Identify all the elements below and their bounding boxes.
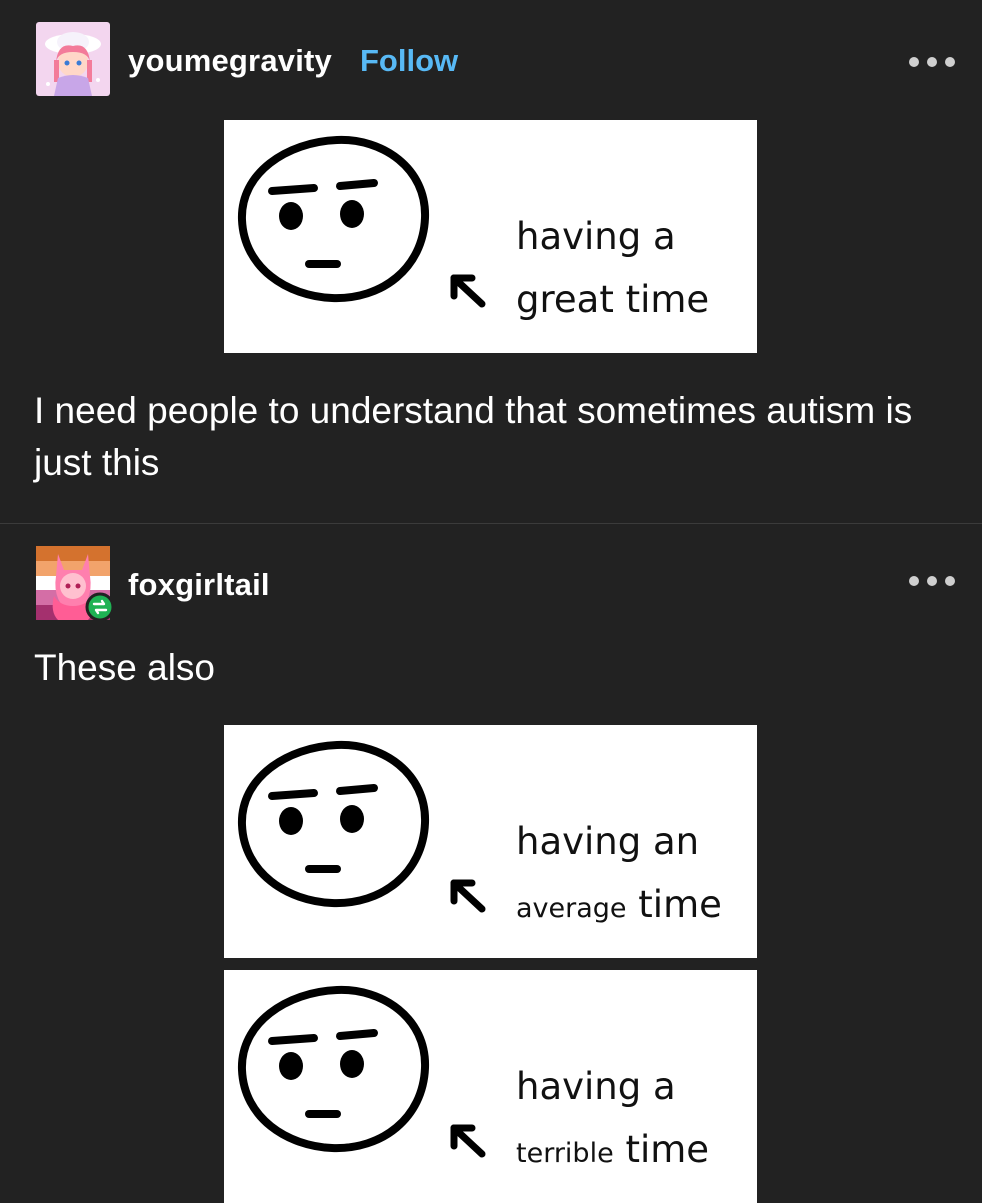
meme-caption-big: time [638, 883, 722, 926]
username[interactable]: foxgirltail [128, 567, 270, 603]
username[interactable]: youmegravity [128, 43, 332, 79]
meme-caption-big: time [625, 1128, 710, 1171]
follow-button[interactable]: Follow [360, 43, 458, 79]
meme-caption: having a [516, 215, 676, 258]
avatar-image [36, 22, 110, 96]
arrow-icon [450, 879, 486, 913]
meme-caption: having an [516, 820, 700, 863]
meme-image[interactable]: having an average time [224, 725, 757, 958]
avatar[interactable] [36, 546, 115, 622]
meme-caption-small: terrible [516, 1138, 614, 1169]
post-text: These also [34, 647, 215, 688]
meme-image[interactable]: having a great time [224, 120, 757, 353]
avatar-image [36, 546, 115, 622]
arrow-icon [450, 1124, 486, 1158]
post-text: I need people to understand that sometim… [34, 390, 913, 483]
face-drawing [237, 135, 430, 303]
avatar[interactable] [36, 22, 110, 96]
meme-caption-line2: average time [516, 883, 722, 926]
arrow-icon [450, 274, 486, 308]
reblog-post: foxgirltail These also having an average… [0, 524, 982, 1203]
face-drawing [237, 740, 430, 908]
meme-caption-line2: terrible time [516, 1128, 709, 1171]
more-options-icon[interactable] [909, 52, 955, 72]
post: youmegravity Follow having a great time … [0, 0, 982, 523]
meme-caption: having a [516, 1065, 676, 1108]
meme-caption: great time [516, 278, 710, 321]
more-options-icon[interactable] [909, 571, 955, 591]
face-drawing [237, 985, 430, 1153]
meme-image[interactable]: having a terrible time [224, 970, 757, 1203]
meme-caption-small: average [516, 893, 627, 924]
